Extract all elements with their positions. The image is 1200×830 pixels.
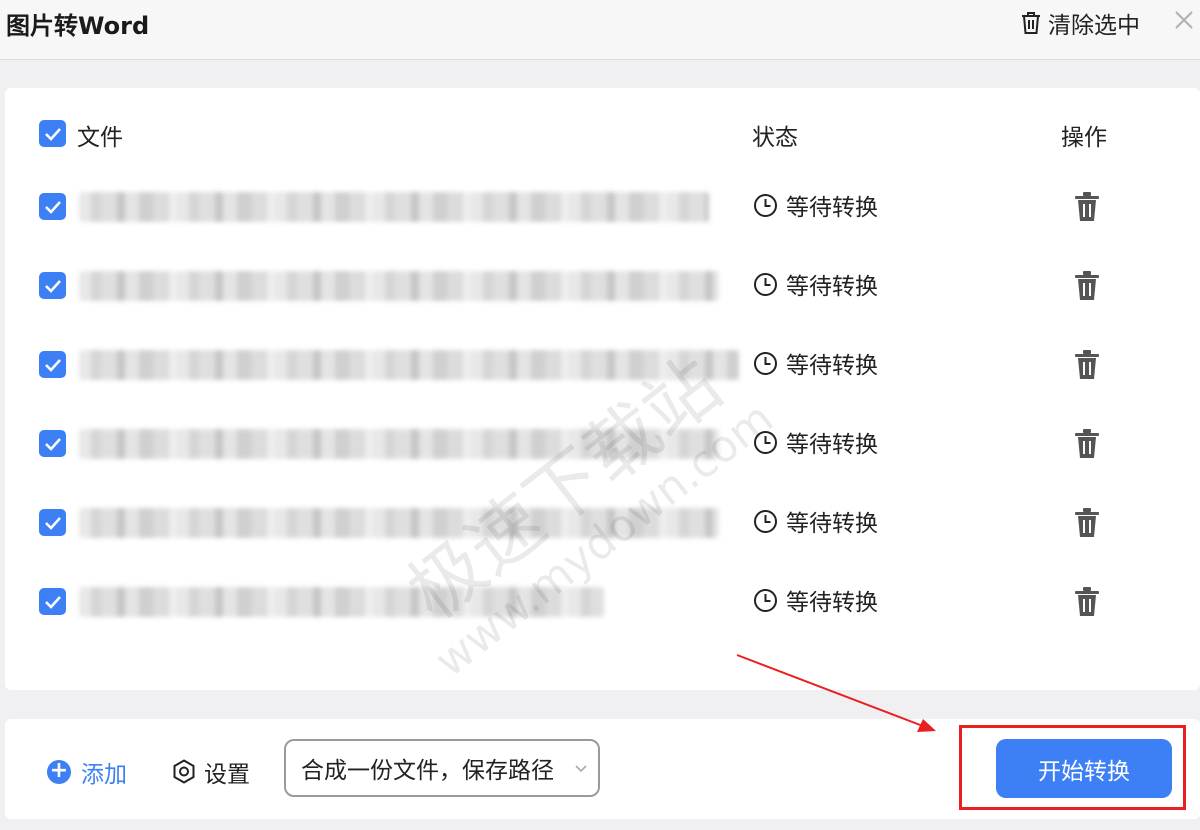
status-cell: 等待转换	[753, 583, 878, 617]
table-row: 等待转换	[5, 186, 1200, 230]
status-text: 等待转换	[786, 590, 878, 616]
file-name-redacted	[79, 271, 719, 301]
table-row: 等待转换	[5, 502, 1200, 546]
clock-icon	[754, 193, 777, 217]
clock-icon	[754, 588, 777, 612]
checkmark-icon	[44, 358, 61, 372]
status-text: 等待转换	[786, 432, 878, 458]
clock-icon	[754, 351, 777, 375]
output-mode-select[interactable]: 合成一份文件，保存路径	[284, 739, 600, 797]
settings-button[interactable]: 设置	[172, 755, 250, 789]
row-checkbox[interactable]	[39, 430, 66, 457]
clock-icon	[754, 272, 777, 296]
start-convert-button[interactable]: 开始转换	[996, 739, 1172, 798]
row-checkbox[interactable]	[39, 193, 66, 220]
status-text: 等待转换	[786, 195, 878, 221]
checkmark-icon	[44, 595, 61, 609]
checkmark-icon	[44, 127, 61, 141]
clock-icon	[754, 509, 777, 533]
status-text: 等待转换	[786, 511, 878, 537]
file-name-redacted	[79, 350, 739, 380]
clock-icon	[754, 430, 777, 454]
file-name-redacted	[79, 508, 719, 538]
clear-selected-button[interactable]: 清除选中	[1020, 6, 1140, 40]
file-name-redacted	[79, 192, 709, 222]
status-cell: 等待转换	[753, 346, 878, 380]
window-title: 图片转Word	[6, 12, 150, 40]
add-button[interactable]: + 添加	[47, 755, 127, 789]
plus-circle-icon: +	[47, 760, 71, 784]
row-checkbox[interactable]	[39, 351, 66, 378]
add-label: 添加	[81, 762, 127, 788]
delete-icon[interactable]	[1074, 429, 1100, 459]
delete-icon[interactable]	[1074, 350, 1100, 380]
status-cell: 等待转换	[753, 188, 878, 222]
table-row: 等待转换	[5, 265, 1200, 309]
delete-icon[interactable]	[1074, 508, 1100, 538]
delete-icon[interactable]	[1074, 192, 1100, 222]
delete-icon[interactable]	[1074, 587, 1100, 617]
file-list-panel: 文件 状态 操作 等待转换 等待转换 等待转换 等待转换 等待转换 等待转换	[5, 88, 1200, 690]
chevron-down-icon	[575, 765, 587, 773]
column-action: 操作	[1061, 125, 1107, 151]
status-cell: 等待转换	[753, 425, 878, 459]
status-cell: 等待转换	[753, 267, 878, 301]
settings-label: 设置	[204, 762, 250, 788]
column-status: 状态	[752, 125, 798, 151]
table-row: 等待转换	[5, 344, 1200, 388]
bottom-toolbar: + 添加 设置 合成一份文件，保存路径 开始转换	[5, 719, 1200, 819]
table-row: 等待转换	[5, 423, 1200, 467]
row-checkbox[interactable]	[39, 272, 66, 299]
column-file: 文件	[77, 125, 123, 151]
delete-icon[interactable]	[1074, 271, 1100, 301]
select-all-checkbox[interactable]	[39, 120, 66, 147]
checkmark-icon	[44, 279, 61, 293]
clear-selected-label: 清除选中	[1048, 13, 1140, 39]
trash-outline-icon	[1022, 12, 1040, 34]
table-row: 等待转换	[5, 581, 1200, 625]
row-checkbox[interactable]	[39, 588, 66, 615]
table-header: 文件 状态 操作	[5, 116, 1200, 152]
status-text: 等待转换	[786, 274, 878, 300]
output-mode-value: 合成一份文件，保存路径	[301, 758, 554, 784]
settings-hexagon-icon	[173, 759, 195, 784]
close-icon[interactable]	[1172, 8, 1196, 32]
checkmark-icon	[44, 200, 61, 214]
file-name-redacted	[79, 587, 604, 617]
file-name-redacted	[79, 429, 719, 459]
title-bar: 图片转Word 清除选中	[0, 0, 1200, 60]
status-text: 等待转换	[786, 353, 878, 379]
status-cell: 等待转换	[753, 504, 878, 538]
checkmark-icon	[44, 516, 61, 530]
row-checkbox[interactable]	[39, 509, 66, 536]
checkmark-icon	[44, 437, 61, 451]
